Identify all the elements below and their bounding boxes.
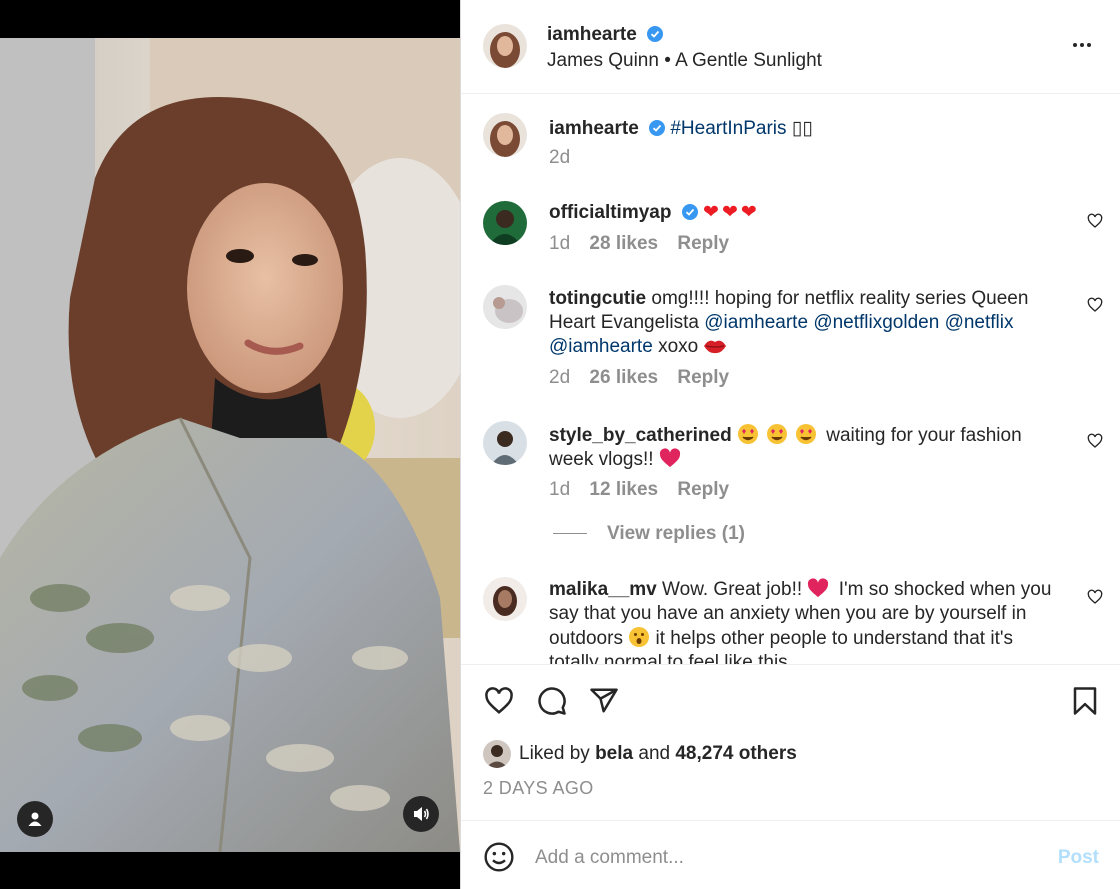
liker-username[interactable]: bela (595, 743, 633, 765)
reply-button[interactable]: Reply (677, 367, 729, 388)
like-comment-heart-icon[interactable] (1087, 589, 1103, 605)
post-photo[interactable] (0, 38, 460, 852)
view-replies-button[interactable]: View replies (1) (553, 523, 745, 545)
audio-track-link[interactable]: James Quinn • A Gentle Sunlight (547, 50, 822, 72)
red-heart-emoji-icon (808, 578, 829, 598)
caption-time[interactable]: 2d (549, 147, 570, 168)
comment-username[interactable]: totingcutie (549, 288, 646, 309)
like-comment-heart-icon[interactable] (1087, 297, 1103, 313)
commenter-avatar[interactable] (483, 577, 527, 621)
add-comment-bar: Post (461, 820, 1120, 889)
post-side-panel: iamhearte James Quinn • A Gentle Sunligh… (460, 0, 1120, 889)
comment-time[interactable]: 1d (549, 479, 570, 500)
comment-likes[interactable]: 12 likes (589, 479, 658, 500)
audio-toggle-button[interactable] (403, 796, 439, 832)
comment-username[interactable]: style_by_catherined (549, 425, 732, 446)
mention-link[interactable]: @netflix (945, 312, 1014, 333)
caption-hashtag[interactable]: #HeartInParis (670, 118, 786, 139)
post-timestamp[interactable]: 2 DAYS AGO (483, 778, 594, 799)
post-media[interactable] (0, 0, 460, 889)
comment-text: Wow. Great job!! (662, 579, 803, 600)
astonished-emoji-icon (629, 627, 650, 647)
mention-link[interactable]: @iamhearte (704, 312, 808, 333)
red-heart-emoji-icon (659, 448, 680, 468)
author-avatar[interactable] (483, 24, 527, 68)
comment-bubble-icon[interactable] (536, 686, 568, 716)
verified-badge-icon (649, 120, 666, 136)
verified-badge-icon (647, 26, 664, 42)
caption-username[interactable]: iamhearte (549, 118, 639, 139)
likes-count[interactable]: 48,274 others (675, 743, 796, 765)
commenter-avatar[interactable] (483, 285, 527, 329)
comment-time[interactable]: 2d (549, 367, 570, 388)
post-action-bar (461, 670, 1120, 730)
emoji-picker-icon[interactable] (483, 841, 515, 873)
share-paper-plane-icon[interactable] (588, 686, 620, 716)
mention-link[interactable]: @netflixgolden (813, 312, 939, 333)
heart-eyes-emoji-icon (737, 424, 816, 444)
more-options-icon (1073, 43, 1077, 47)
like-comment-heart-icon[interactable] (1087, 433, 1103, 449)
comment-likes[interactable]: 28 likes (589, 233, 658, 254)
reply-button[interactable]: Reply (677, 233, 729, 254)
author-avatar[interactable] (483, 113, 527, 157)
comment-username[interactable]: officialtimyap (549, 202, 671, 223)
save-bookmark-icon[interactable] (1069, 686, 1101, 716)
reply-button[interactable]: Reply (677, 479, 729, 500)
caption-flags: ▯▯ (791, 118, 813, 139)
comment-text: xoxo (658, 336, 699, 357)
author-username[interactable]: iamhearte (547, 24, 664, 46)
post-comment-button[interactable]: Post (1058, 847, 1099, 869)
comment-likes[interactable]: 26 likes (589, 367, 658, 388)
liker-avatar[interactable] (483, 740, 511, 768)
post-header: iamhearte James Quinn • A Gentle Sunligh… (461, 0, 1120, 94)
speaker-icon (414, 807, 429, 821)
commenter-avatar[interactable] (483, 201, 527, 245)
verified-badge-icon (681, 204, 698, 220)
comment-input[interactable] (535, 843, 1015, 873)
replies-divider (553, 533, 587, 535)
like-heart-icon[interactable] (483, 686, 515, 716)
like-comment-heart-icon[interactable] (1087, 213, 1103, 229)
commenter-avatar[interactable] (483, 421, 527, 465)
comments-list[interactable]: iamhearte #HeartInParis ▯▯ 2d officialti… (461, 95, 1120, 665)
person-icon (28, 812, 42, 826)
more-options-button[interactable] (1073, 36, 1095, 54)
liked-by-summary: Liked by bela and 48,274 others (483, 740, 797, 768)
comment-text: ❤❤❤ (703, 202, 760, 223)
tagged-users-button[interactable] (17, 801, 53, 837)
kiss-lips-icon (704, 340, 727, 354)
comment-username[interactable]: malika__mv (549, 579, 657, 600)
comment-time[interactable]: 1d (549, 233, 570, 254)
mention-link[interactable]: @iamhearte (549, 336, 653, 357)
